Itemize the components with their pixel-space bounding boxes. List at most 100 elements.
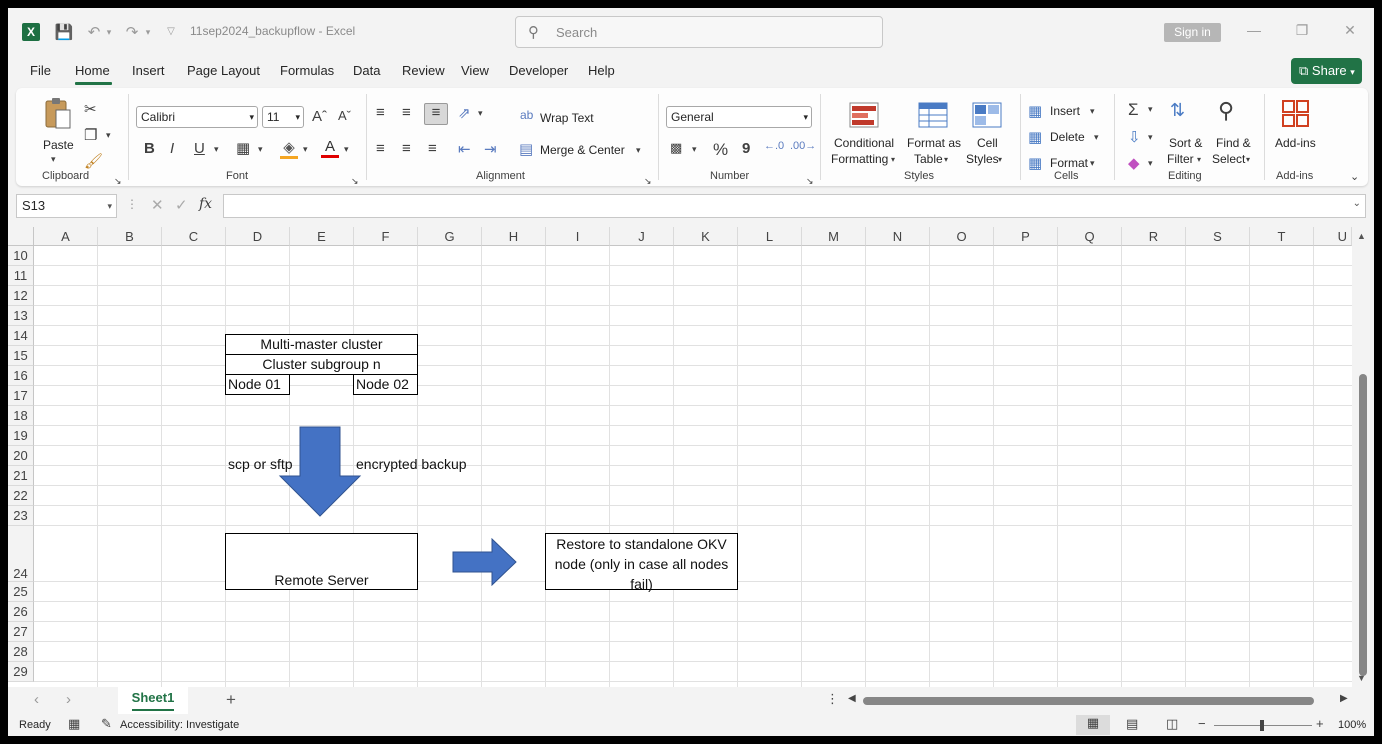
macro-record-icon[interactable]: ▦ — [68, 716, 80, 732]
conditional-formatting-label1[interactable]: Conditional — [834, 136, 894, 150]
underline-button[interactable]: U — [194, 140, 205, 157]
find-select-label1[interactable]: Find & — [1216, 136, 1251, 150]
horizontal-scroll-thumb[interactable] — [863, 697, 1314, 705]
format-as-table-label1[interactable]: Format as — [907, 136, 961, 150]
column-header-r[interactable]: R — [1122, 227, 1186, 246]
cell-styles-label1[interactable]: Cell — [977, 136, 998, 150]
row-header-29[interactable]: 29 — [8, 662, 34, 682]
insert-cells-button[interactable]: Insert — [1050, 104, 1080, 118]
vertical-scrollbar[interactable]: ▲ ▼ — [1352, 227, 1374, 687]
bold-button[interactable]: B — [144, 140, 155, 157]
font-name-select[interactable]: Calibri ▾ — [136, 106, 258, 128]
delete-dropdown-icon[interactable]: ▾ — [1094, 132, 1099, 143]
borders-dropdown-icon[interactable]: ▾ — [258, 144, 263, 155]
row-header-13[interactable]: 13 — [8, 306, 34, 326]
sheet-tab-sheet1[interactable]: Sheet1 — [118, 687, 188, 714]
more-options-icon[interactable]: ⋮ — [826, 691, 839, 707]
format-as-table-icon[interactable] — [918, 102, 948, 132]
scroll-right-icon[interactable]: ▶ — [1340, 693, 1348, 704]
conditional-formatting-label2[interactable]: Formatting — [831, 152, 888, 166]
autosum-dropdown-icon[interactable]: ▾ — [1148, 104, 1153, 115]
column-header-f[interactable]: F — [354, 227, 418, 246]
tab-data[interactable]: Data — [353, 63, 380, 78]
wrap-text-icon[interactable]: ab — [520, 108, 533, 122]
font-launcher-icon[interactable]: ↘ — [351, 176, 359, 187]
row-header-22[interactable]: 22 — [8, 486, 34, 506]
redo-icon[interactable]: ↷ — [122, 22, 142, 42]
fill-color-dropdown-icon[interactable]: ▾ — [303, 144, 308, 155]
search-box[interactable]: ⚲ Search — [515, 16, 883, 48]
column-header-n[interactable]: N — [866, 227, 930, 246]
format-cells-icon[interactable]: ▦ — [1028, 154, 1042, 172]
close-icon[interactable]: ✕ — [1340, 22, 1360, 42]
row-header-14[interactable]: 14 — [8, 326, 34, 346]
row-header-24[interactable]: 24 — [8, 526, 34, 582]
page-layout-view-icon[interactable]: ▤ — [1126, 716, 1138, 732]
orientation-icon[interactable]: ⇗ — [458, 104, 471, 122]
column-header-d[interactable]: D — [226, 227, 290, 246]
column-header-c[interactable]: C — [162, 227, 226, 246]
row-header-10[interactable]: 10 — [8, 246, 34, 266]
node01-cell[interactable]: Node 01 — [225, 374, 290, 395]
remote-server-cell[interactable]: Remote Server — [225, 533, 418, 590]
right-arrow-shape[interactable] — [452, 538, 518, 586]
column-header-l[interactable]: L — [738, 227, 802, 246]
sort-filter-label1[interactable]: Sort & — [1169, 136, 1202, 150]
scroll-left-icon[interactable]: ◀ — [848, 693, 856, 704]
column-header-a[interactable]: A — [34, 227, 98, 246]
merge-center-icon[interactable]: ▤ — [519, 140, 533, 158]
column-header-e[interactable]: E — [290, 227, 354, 246]
align-top-icon[interactable]: ≡ — [376, 104, 385, 121]
sort-filter-label2[interactable]: Filter — [1167, 152, 1194, 166]
clipboard-launcher-icon[interactable]: ↘ — [114, 176, 122, 187]
next-sheet-icon[interactable]: › — [66, 691, 71, 708]
name-box[interactable]: S13 ▾ — [16, 194, 117, 218]
borders-icon[interactable]: ▦ — [236, 139, 250, 157]
redo-dropdown-icon[interactable]: ▾ — [143, 24, 153, 40]
select-all-corner[interactable] — [8, 227, 34, 246]
number-launcher-icon[interactable]: ↘ — [806, 176, 814, 187]
comma-button[interactable]: 9 — [742, 140, 750, 157]
find-select-icon[interactable]: ⚲ — [1218, 98, 1234, 124]
paste-dropdown-icon[interactable]: ▾ — [51, 154, 56, 165]
align-right-icon[interactable]: ≡ — [428, 140, 437, 157]
column-header-q[interactable]: Q — [1058, 227, 1122, 246]
column-header-g[interactable]: G — [418, 227, 482, 246]
sign-in-button[interactable]: Sign in — [1164, 23, 1221, 42]
find-select-label2[interactable]: Select — [1212, 152, 1245, 166]
restore-cell[interactable]: Restore to standalone OKV node (only in … — [545, 533, 738, 592]
zoom-slider-thumb[interactable] — [1260, 720, 1264, 731]
column-header-p[interactable]: P — [994, 227, 1058, 246]
more-icon[interactable]: ⋮ — [126, 197, 138, 211]
increase-font-icon[interactable]: Aˆ — [312, 108, 327, 125]
decrease-font-icon[interactable]: Aˇ — [338, 108, 351, 123]
minimize-icon[interactable]: — — [1244, 22, 1264, 42]
cell-styles-label2[interactable]: Styles — [966, 152, 999, 166]
column-header-m[interactable]: M — [802, 227, 866, 246]
clear-icon[interactable]: ◆ — [1128, 154, 1140, 172]
font-size-select[interactable]: 11 ▾ — [262, 106, 304, 128]
decrease-decimal-icon[interactable]: .00→ — [790, 140, 816, 152]
zoom-in-icon[interactable]: + — [1316, 716, 1324, 731]
align-bottom-icon[interactable]: ≡ — [424, 103, 448, 125]
copy-icon[interactable]: ❐ — [84, 126, 97, 144]
row-header-19[interactable]: 19 — [8, 426, 34, 446]
insert-dropdown-icon[interactable]: ▾ — [1090, 106, 1095, 117]
increase-indent-icon[interactable]: ⇥ — [484, 140, 497, 158]
merge-center-button[interactable]: Merge & Center — [540, 143, 625, 157]
percent-button[interactable]: % — [713, 140, 728, 160]
cancel-entry-icon[interactable]: ✕ — [151, 196, 164, 214]
tab-review[interactable]: Review — [402, 63, 445, 78]
column-header-i[interactable]: I — [546, 227, 610, 246]
merge-dropdown-icon[interactable]: ▾ — [636, 145, 641, 156]
expand-formula-icon[interactable]: ⌄ — [1353, 198, 1361, 209]
tab-help[interactable]: Help — [588, 63, 615, 78]
row-header-26[interactable]: 26 — [8, 602, 34, 622]
delete-cells-button[interactable]: Delete — [1050, 130, 1085, 144]
tab-insert[interactable]: Insert — [132, 63, 165, 78]
font-color-icon[interactable]: A — [321, 138, 339, 158]
add-ins-button[interactable]: Add-ins — [1275, 136, 1316, 150]
tab-home[interactable]: Home — [75, 63, 110, 78]
fill-dropdown-icon[interactable]: ▾ — [1148, 132, 1153, 143]
undo-dropdown-icon[interactable]: ▾ — [104, 24, 114, 40]
